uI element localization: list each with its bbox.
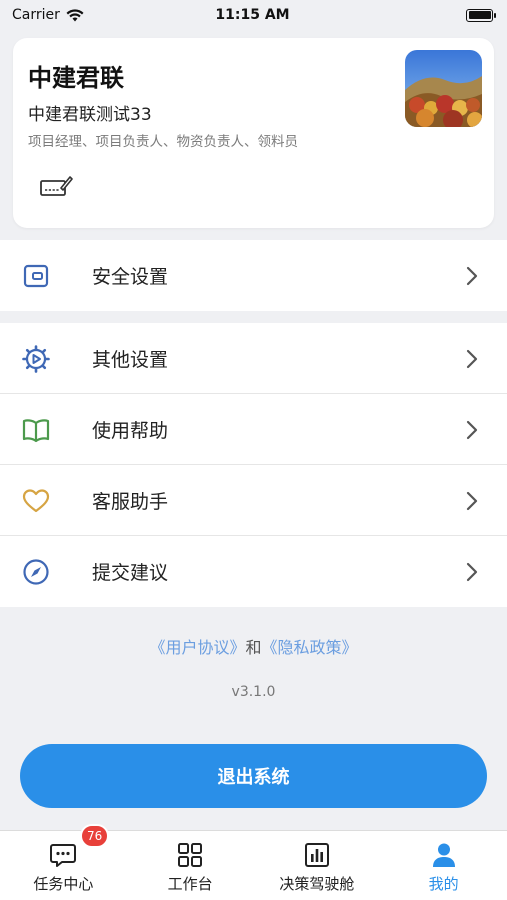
heart-icon [22, 489, 50, 513]
tab-label: 决策驾驶舱 [279, 875, 355, 893]
grid-icon [178, 843, 203, 867]
avatar-landscape-image [405, 50, 482, 127]
menu-item-submit-suggestion[interactable]: 提交建议 [0, 536, 507, 607]
tab-workbench[interactable]: 工作台 [127, 831, 254, 900]
wallet-icon [23, 264, 49, 288]
gear-icon [22, 345, 50, 373]
bar-chart-icon [304, 843, 329, 867]
chevron-right-icon [466, 491, 478, 511]
menu-group-security: 安全设置 [0, 240, 507, 311]
chevron-right-icon [466, 349, 478, 369]
menu-label: 客服助手 [92, 490, 169, 513]
agreement-links: 《用户协议》和《隐私政策》 [0, 634, 507, 658]
notification-badge: 76 [80, 824, 110, 848]
avatar[interactable] [405, 50, 482, 127]
user-roles: 项目经理、项目负责人、物资负责人、领料员 [28, 134, 298, 150]
book-icon [22, 419, 50, 443]
profile-card: 中建君联 中建君联测试33 项目经理、项目负责人、物资负责人、领料员 [13, 38, 494, 228]
user-agreement-link[interactable]: 《用户协议》 [149, 638, 245, 657]
app-version: v3.1.0 [231, 684, 276, 700]
tab-label: 任务中心 [33, 875, 94, 893]
status-time: 11:15 AM [215, 7, 290, 23]
tab-label: 我的 [428, 875, 459, 893]
battery-icon [466, 8, 496, 22]
username: 中建君联测试33 [28, 105, 152, 125]
signature-edit-icon[interactable] [39, 173, 73, 199]
company-name: 中建君联 [28, 64, 124, 92]
tab-decision-cockpit[interactable]: 决策驾驶舱 [254, 831, 381, 900]
status-bar: Carrier 11:15 AM [0, 0, 507, 30]
tab-bar: 任务中心 76 工作台 决策驾驶舱 我的 [0, 824, 507, 900]
chevron-right-icon [466, 562, 478, 582]
tab-task-center[interactable]: 任务中心 76 [0, 824, 127, 900]
tab-label: 工作台 [167, 875, 213, 893]
chat-bubble-icon [50, 844, 77, 867]
menu-item-security-settings[interactable]: 安全设置 [0, 240, 507, 311]
menu-label: 安全设置 [92, 266, 169, 288]
menu-item-customer-service[interactable]: 客服助手 [0, 465, 507, 536]
user-icon [432, 843, 455, 867]
agreement-and-text: 和 [245, 638, 262, 657]
wifi-icon [66, 8, 84, 21]
menu-item-help[interactable]: 使用帮助 [0, 394, 507, 465]
chevron-right-icon [466, 266, 478, 286]
menu-label: 提交建议 [92, 562, 169, 584]
tab-mine[interactable]: 我的 [380, 831, 507, 900]
menu-group-main: 其他设置 使用帮助 客服助手 提交建议 [0, 323, 507, 607]
compass-icon [23, 559, 49, 585]
menu-item-other-settings[interactable]: 其他设置 [0, 323, 507, 394]
status-left: Carrier [12, 7, 152, 23]
menu-label: 使用帮助 [92, 419, 169, 442]
menu-label: 其他设置 [92, 348, 169, 371]
privacy-policy-link[interactable]: 《隐私政策》 [262, 638, 358, 657]
status-right [353, 8, 496, 22]
logout-button[interactable]: 退出系统 [20, 744, 487, 808]
chevron-right-icon [466, 420, 478, 440]
carrier-label: Carrier [12, 7, 60, 23]
